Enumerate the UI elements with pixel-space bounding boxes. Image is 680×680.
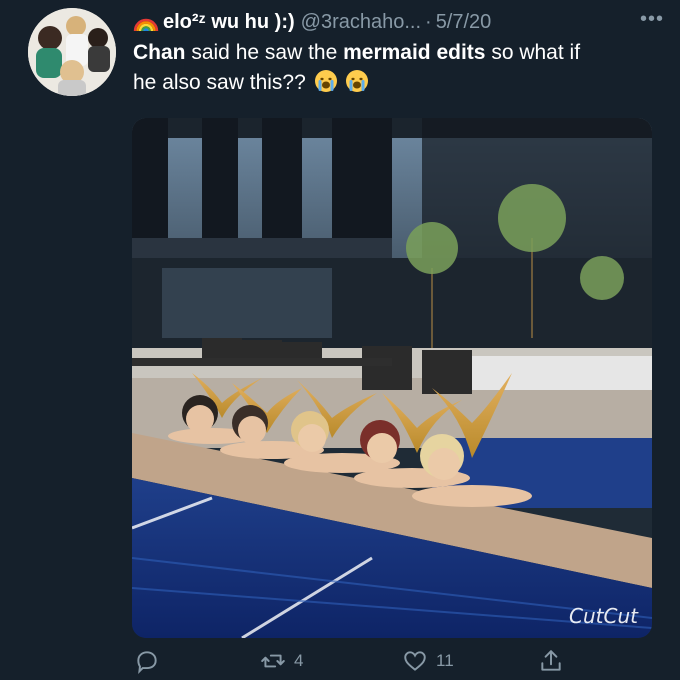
separator-dot: ·	[425, 10, 432, 33]
share-icon	[541, 650, 561, 671]
tweet-header: elo²ᶻ wu hu ):) @3rachaho... · 5/7/20 ••…	[133, 6, 664, 38]
retweet-icon	[261, 654, 285, 668]
retweet-button[interactable]: 4	[260, 648, 303, 674]
display-name[interactable]: elo²ᶻ wu hu ):)	[163, 11, 295, 34]
rainbow-icon	[133, 18, 159, 32]
user-handle[interactable]: @3rachaho...	[301, 11, 421, 34]
tweet-media-image[interactable]: CutCut	[132, 118, 652, 638]
crying-face-emoji	[346, 70, 369, 92]
text-bold-mermaid: mermaid edits	[343, 41, 486, 64]
share-button[interactable]	[538, 648, 564, 674]
like-icon	[404, 651, 426, 671]
text-part: said he saw the	[185, 41, 344, 64]
like-button[interactable]: 11	[402, 648, 454, 674]
tweet-text: Chan said he saw the mermaid edits so wh…	[133, 38, 603, 98]
more-icon[interactable]: •••	[640, 8, 664, 31]
avatar[interactable]	[28, 8, 116, 96]
watermark-text: CutCut	[569, 604, 638, 628]
reply-icon	[137, 651, 157, 674]
reply-button[interactable]	[134, 648, 168, 674]
tweet-date[interactable]: 5/7/20	[436, 11, 492, 34]
crying-face-emoji	[314, 70, 337, 92]
tweet-actions: 4 11	[132, 648, 652, 680]
pool-photo	[132, 118, 652, 638]
like-count: 11	[436, 651, 454, 670]
text-bold-chan: Chan	[133, 41, 186, 64]
retweet-count: 4	[294, 651, 304, 670]
